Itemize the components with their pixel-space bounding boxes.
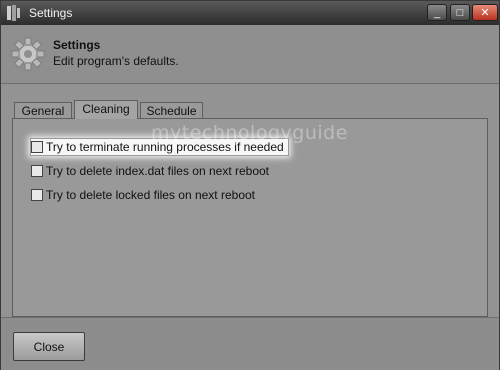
checkbox[interactable] bbox=[31, 165, 43, 177]
maximize-button[interactable]: □ bbox=[450, 4, 470, 21]
window-title: Settings bbox=[29, 6, 73, 20]
tab-cleaning[interactable]: Cleaning bbox=[74, 100, 138, 119]
checkbox[interactable] bbox=[31, 141, 43, 153]
close-icon: ✕ bbox=[480, 7, 490, 19]
cleaning-tab-panel: Try to terminate running processes if ne… bbox=[12, 118, 488, 317]
tab-label: General bbox=[21, 104, 65, 118]
tab-general[interactable]: General bbox=[14, 102, 72, 118]
title-bar[interactable]: Settings _ □ ✕ bbox=[1, 1, 499, 25]
gear-icon bbox=[11, 37, 45, 71]
header-panel: Settings Edit program's defaults. bbox=[1, 25, 499, 84]
checkbox[interactable] bbox=[31, 189, 43, 201]
option-delete-locked-files[interactable]: Try to delete locked files on next reboo… bbox=[31, 188, 255, 202]
close-window-button[interactable]: ✕ bbox=[472, 4, 498, 21]
tab-schedule[interactable]: Schedule bbox=[140, 102, 203, 118]
settings-window: Settings _ □ ✕ Settings Edit program's d… bbox=[0, 0, 500, 370]
app-icon bbox=[7, 5, 20, 21]
option-label: Try to delete locked files on next reboo… bbox=[46, 188, 256, 202]
option-delete-index-dat[interactable]: Try to delete index.dat files on next re… bbox=[31, 164, 269, 178]
header-subtitle: Edit program's defaults. bbox=[53, 54, 179, 68]
watermark-text: mytechnologyguide bbox=[151, 122, 348, 144]
close-button[interactable]: Close bbox=[13, 332, 85, 361]
maximize-icon: □ bbox=[456, 7, 464, 19]
minimize-icon: _ bbox=[433, 7, 441, 19]
minimize-button[interactable]: _ bbox=[427, 4, 447, 21]
tab-label: Cleaning bbox=[82, 102, 130, 116]
footer-bar: Close bbox=[1, 317, 499, 370]
option-label: Try to delete index.dat files on next re… bbox=[46, 164, 270, 178]
header-title: Settings bbox=[53, 38, 101, 52]
tab-label: Schedule bbox=[146, 104, 197, 118]
